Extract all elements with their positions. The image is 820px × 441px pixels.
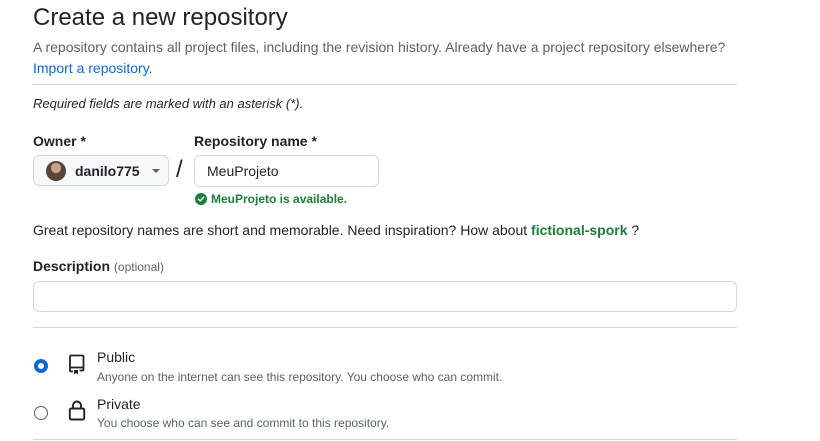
caret-down-icon: [151, 168, 160, 173]
description-label: Description (optional): [33, 258, 164, 274]
visibility-public-radio[interactable]: [34, 359, 48, 373]
divider: [33, 327, 737, 328]
visibility-public-desc: Anyone on the internet can see this repo…: [97, 370, 503, 384]
visibility-private-title: Private: [97, 396, 141, 412]
repo-name-label: Repository name *: [194, 133, 317, 149]
owner-name: danilo775: [75, 162, 140, 179]
inspiration-text: Great repository names are short and mem…: [33, 222, 528, 238]
repo-name-input[interactable]: [194, 155, 379, 187]
page-subtitle: A repository contains all project files,…: [33, 39, 726, 55]
import-repository-link[interactable]: Import a repository.: [33, 58, 153, 79]
divider: [33, 84, 737, 85]
owner-dropdown[interactable]: danilo775: [33, 155, 169, 186]
availability-message: MeuProjeto is available.: [195, 192, 347, 206]
description-input[interactable]: [33, 281, 737, 312]
optional-hint: (optional): [113, 260, 164, 274]
visibility-private-radio[interactable]: [34, 406, 48, 420]
visibility-public-title: Public: [97, 349, 136, 365]
divider: [33, 439, 737, 440]
owner-label: Owner *: [33, 133, 86, 149]
inspiration-suffix: ?: [631, 222, 640, 238]
name-inspiration: Great repository names are short and mem…: [33, 222, 639, 238]
visibility-private-desc: You choose who can see and commit to thi…: [97, 416, 390, 430]
availability-text: MeuProjeto is available.: [211, 192, 348, 206]
repo-icon: [69, 354, 85, 375]
name-suggestion-link[interactable]: fictional-spork: [531, 222, 627, 238]
avatar: [46, 160, 66, 181]
owner-repo-separator: /: [176, 156, 183, 183]
lock-icon: [68, 400, 86, 421]
check-circle-icon: [195, 193, 207, 205]
page-title: Create a new repository: [33, 4, 288, 31]
required-fields-note: Required fields are marked with an aster…: [33, 96, 304, 111]
description-label-text: Description: [33, 258, 111, 274]
